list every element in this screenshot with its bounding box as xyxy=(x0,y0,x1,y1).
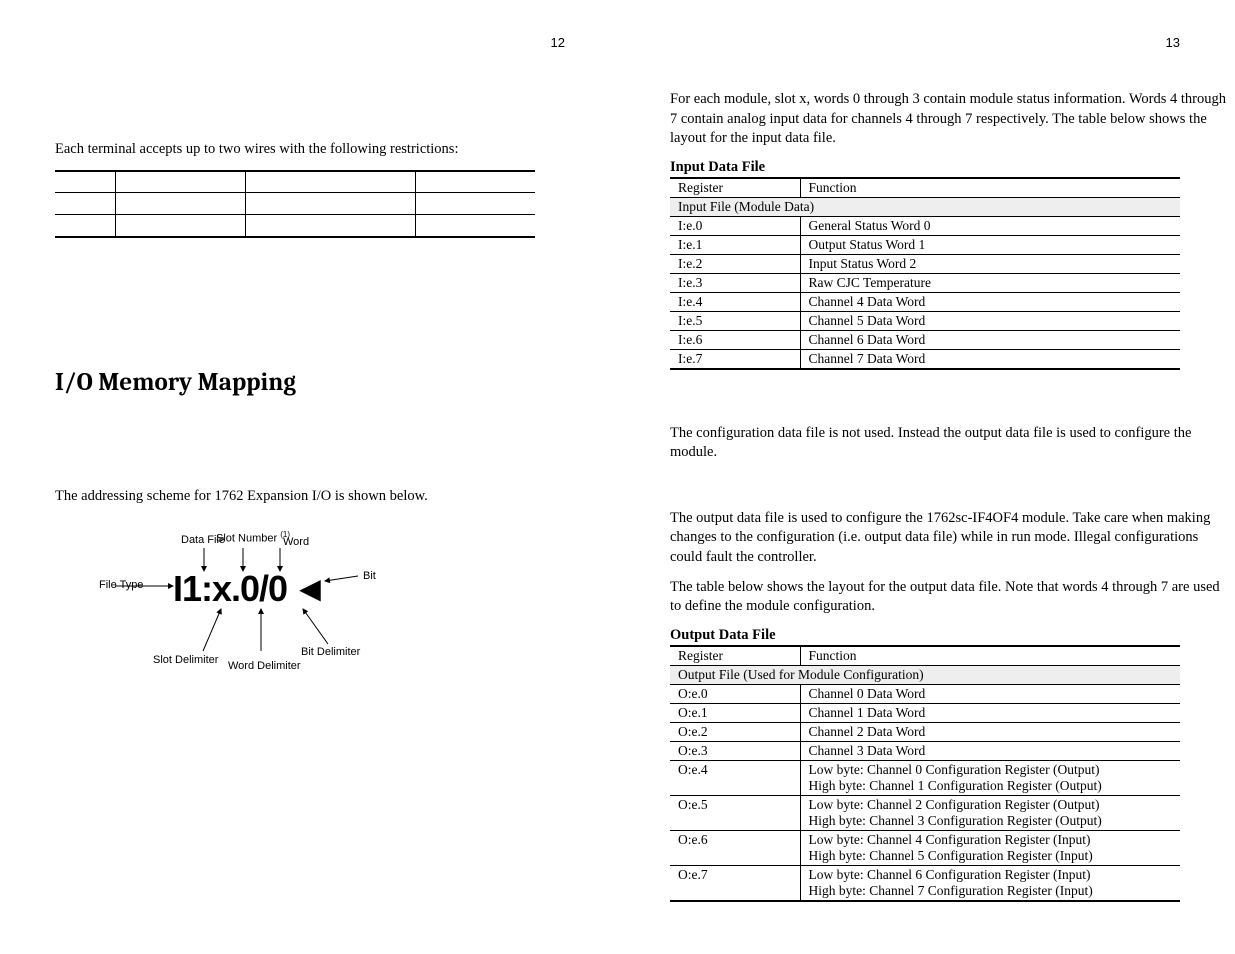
cell-register: I:e.5 xyxy=(670,311,800,330)
terminal-intro-text: Each terminal accepts up to two wires wi… xyxy=(55,140,615,160)
cell-function: Raw CJC Temperature xyxy=(800,273,1180,292)
th-function-out: Function xyxy=(800,646,1180,666)
config-not-used-paragraph: The configuration data file is not used.… xyxy=(670,424,1230,463)
table-row: O:e.2Channel 2 Data Word xyxy=(670,722,1180,741)
output-data-file-title: Output Data File xyxy=(670,627,1230,644)
table-row: I:e.7Channel 7 Data Word xyxy=(670,349,1180,369)
input-span-row: Input File (Module Data) xyxy=(670,197,1180,216)
output-data-file-table: Register Function Output File (Used for … xyxy=(670,645,1180,902)
page-number-right: 13 xyxy=(1166,35,1180,50)
table-row: O:e.5Low byte: Channel 2 Configuration R… xyxy=(670,795,1180,830)
output-span-row: Output File (Used for Module Configurati… xyxy=(670,665,1180,684)
cell-function: Channel 7 Data Word xyxy=(800,349,1180,369)
cell-register: I:e.3 xyxy=(670,273,800,292)
cell-function: Low byte: Channel 6 Configuration Regist… xyxy=(800,865,1180,901)
cell-register: O:e.4 xyxy=(670,760,800,795)
table-row: O:e.7Low byte: Channel 6 Configuration R… xyxy=(670,865,1180,901)
label-bit: Bit xyxy=(363,570,376,582)
addressing-intro-text: The addressing scheme for 1762 Expansion… xyxy=(55,487,615,507)
table-row: I:e.6Channel 6 Data Word xyxy=(670,330,1180,349)
cell-function: Output Status Word 1 xyxy=(800,235,1180,254)
cell-function: Channel 6 Data Word xyxy=(800,330,1180,349)
table-row: I:e.3Raw CJC Temperature xyxy=(670,273,1180,292)
th-register-out: Register xyxy=(670,646,800,666)
cell-register: I:e.4 xyxy=(670,292,800,311)
cell-register: I:e.6 xyxy=(670,330,800,349)
table-row: O:e.4Low byte: Channel 0 Configuration R… xyxy=(670,760,1180,795)
cell-function: Low byte: Channel 4 Configuration Regist… xyxy=(800,830,1180,865)
table-row: O:e.3Channel 3 Data Word xyxy=(670,741,1180,760)
cell-register: I:e.7 xyxy=(670,349,800,369)
th-register: Register xyxy=(670,178,800,198)
cell-register: O:e.0 xyxy=(670,684,800,703)
label-slot-number: Slot Number (1) xyxy=(216,530,290,545)
table-row: I:e.5Channel 5 Data Word xyxy=(670,311,1180,330)
input-status-paragraph: For each module, slot x, words 0 through… xyxy=(670,90,1230,149)
input-data-file-title: Input Data File xyxy=(670,159,1230,176)
page-right: 13 For each module, slot x, words 0 thro… xyxy=(670,0,1230,912)
cell-function: Input Status Word 2 xyxy=(800,254,1180,273)
output-layout-paragraph: The table below shows the layout for the… xyxy=(670,578,1230,617)
th-function: Function xyxy=(800,178,1180,198)
table-row: O:e.1Channel 1 Data Word xyxy=(670,703,1180,722)
addressing-diagram: I1:x.0/0 ◄ File Type Data File Slot Numb… xyxy=(103,526,393,686)
cell-register: O:e.1 xyxy=(670,703,800,722)
cell-function: Channel 5 Data Word xyxy=(800,311,1180,330)
diagram-main-text: I1:x.0/0 ◄ xyxy=(173,568,331,610)
cell-register: I:e.0 xyxy=(670,216,800,235)
table-row: I:e.0General Status Word 0 xyxy=(670,216,1180,235)
label-word: Word xyxy=(283,536,309,548)
cell-function: Low byte: Channel 0 Configuration Regist… xyxy=(800,760,1180,795)
page-left: 12 Each terminal accepts up to two wires… xyxy=(55,0,615,696)
cell-register: O:e.2 xyxy=(670,722,800,741)
cell-function: Channel 0 Data Word xyxy=(800,684,1180,703)
output-config-paragraph: The output data file is used to configur… xyxy=(670,509,1230,568)
table-row: I:e.1Output Status Word 1 xyxy=(670,235,1180,254)
cell-function: Channel 1 Data Word xyxy=(800,703,1180,722)
cell-register: O:e.5 xyxy=(670,795,800,830)
label-slot-delimiter: Slot Delimiter xyxy=(153,654,218,666)
wire-restrictions-table xyxy=(55,170,535,238)
cell-register: O:e.7 xyxy=(670,865,800,901)
cell-register: I:e.1 xyxy=(670,235,800,254)
cell-register: O:e.6 xyxy=(670,830,800,865)
page-number-left: 12 xyxy=(551,35,565,50)
input-data-file-table: Register Function Input File (Module Dat… xyxy=(670,177,1180,370)
table-row: O:e.0Channel 0 Data Word xyxy=(670,684,1180,703)
cell-function: Low byte: Channel 2 Configuration Regist… xyxy=(800,795,1180,830)
label-word-delimiter: Word Delimiter xyxy=(228,660,301,672)
cell-register: O:e.3 xyxy=(670,741,800,760)
cell-function: General Status Word 0 xyxy=(800,216,1180,235)
cell-register: I:e.2 xyxy=(670,254,800,273)
table-row: I:e.2Input Status Word 2 xyxy=(670,254,1180,273)
label-file-type: File Type xyxy=(99,579,143,591)
cell-function: Channel 4 Data Word xyxy=(800,292,1180,311)
label-bit-delimiter: Bit Delimiter xyxy=(301,646,360,658)
io-memory-mapping-heading: I/O Memory Mapping xyxy=(55,368,615,397)
table-row: O:e.6Low byte: Channel 4 Configuration R… xyxy=(670,830,1180,865)
cell-function: Channel 3 Data Word xyxy=(800,741,1180,760)
table-row: I:e.4Channel 4 Data Word xyxy=(670,292,1180,311)
cell-function: Channel 2 Data Word xyxy=(800,722,1180,741)
